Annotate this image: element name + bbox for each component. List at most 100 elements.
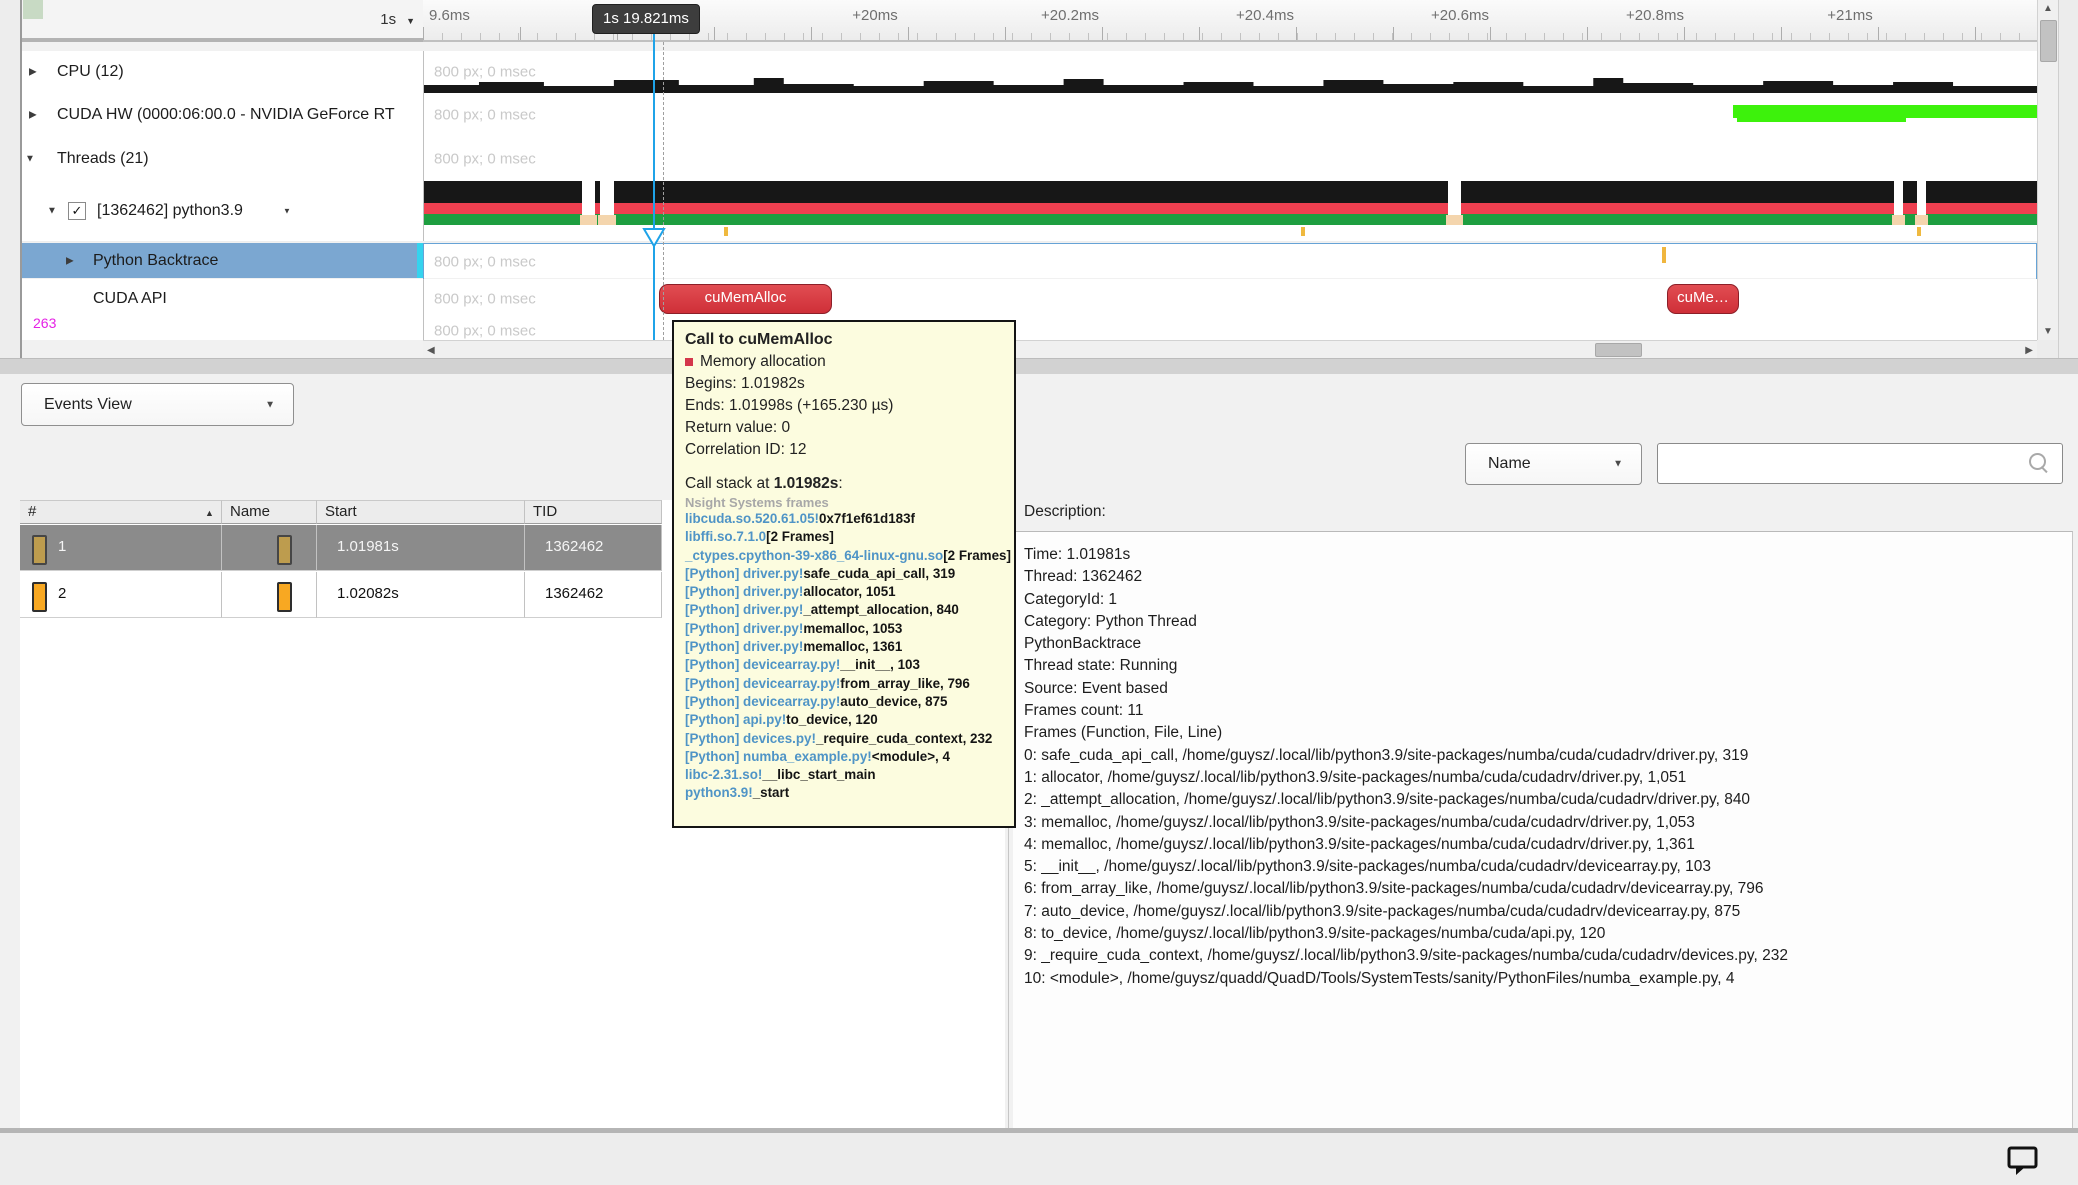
thread-wait-marker [580,215,597,225]
row-label-cpu: CPU (12) [57,63,124,80]
tree-expand-icon[interactable]: ▶ [66,255,74,266]
cuda-api-event-cumemalloc[interactable]: cuMemAlloc [659,284,832,314]
tree-expand-icon[interactable]: ▶ [29,67,37,78]
track-placeholder: 800 px; 0 msec [434,150,536,168]
event-type-icon [277,535,292,565]
track-placeholder: 800 px; 0 msec [434,253,536,270]
chevron-down-icon[interactable]: ▼ [283,207,291,216]
cursor-marker-icon[interactable] [642,227,666,249]
search-box[interactable] [1657,443,2063,484]
thread-wait-marker [1892,215,1905,225]
row-label-threads: Threads (21) [57,150,149,167]
status-bar [0,1133,2078,1185]
cell-num: 2 [58,585,67,602]
chevron-down-icon: ▼ [406,16,415,26]
thread-checkbox[interactable]: ✓ [68,202,86,220]
column-header-start[interactable]: Start [317,500,525,524]
stack-frame: libc-2.31.so!__libc_start_main [685,767,876,783]
ruler-tick-label: +20.6ms [1431,7,1489,24]
category-color-icon [685,358,693,366]
event-marker-icon[interactable] [1917,227,1921,236]
timeline-cursor-line[interactable] [653,28,655,340]
timeline-row-python-backtrace[interactable]: ▶ Python Backtrace 800 px; 0 msec [20,243,2037,280]
thread-state-bar-black[interactable] [424,181,2037,203]
row-label-cuda-hw: CUDA HW (0000:06:00.0 - NVIDIA GeForce R… [57,106,395,123]
event-type-icon [277,582,292,612]
thread-state-bar-red[interactable] [424,203,2037,214]
scroll-up-icon[interactable]: ▲ [2043,3,2053,14]
column-header-num[interactable]: # ▲ [20,500,222,524]
feedback-chat-icon[interactable] [2006,1145,2040,1177]
timeline-cursor-timestamp[interactable]: 1s 19.821ms [592,4,700,34]
stack-frame: [Python] driver.py!allocator, 1051 [685,584,896,600]
column-header-tid[interactable]: TID [525,500,662,524]
scroll-left-icon[interactable]: ◀ [427,345,435,356]
left-gutter [0,0,22,358]
timeline-scale-value: 1s [380,11,397,28]
stack-frame: [Python] devices.py!_require_cuda_contex… [685,730,993,746]
tooltip-callstack-heading: Call stack at 1.01982s: [685,475,843,492]
tree-expand-icon[interactable]: ▶ [29,110,37,121]
timeline-row-partial: 800 px; 0 msec [20,318,2037,340]
cuda-api-event-cumemalloc-2[interactable]: cuMe… [1667,284,1739,314]
row-count-badge: 263 [33,315,57,331]
row-label-python-thread: [1362462] python3.9 [97,202,243,219]
event-tooltip: Call to cuMemAlloc Memory allocation Beg… [672,320,1016,828]
stack-frame: [Python] driver.py!memalloc, 1361 [685,639,903,655]
cell-start: 1.02082s [337,585,399,602]
scroll-down-icon[interactable]: ▼ [2043,326,2053,337]
corner-marker [23,0,43,19]
track-placeholder: 800 px; 0 msec [434,290,536,307]
tree-collapse-icon[interactable]: ▼ [25,154,35,165]
timeline-hover-guide [663,42,664,340]
chevron-down-icon: ▼ [265,399,275,410]
stack-frame: [Python] devicearray.py!auto_device, 875 [685,693,948,709]
tooltip-return: Return value: 0 [685,419,791,436]
tooltip-begins: Begins: 1.01982s [685,375,805,392]
timeline-row-cuda-hw[interactable]: ▶ CUDA HW (0000:06:00.0 - NVIDIA GeForce… [20,93,2037,138]
cuda-kernel-bar-thin[interactable] [1737,118,1906,122]
timeline-row-threads[interactable]: ▼ Threads (21) 800 px; 0 msec [20,137,2037,182]
vertical-scrollbar-thumb[interactable] [2040,20,2057,62]
cell-tid: 1362462 [545,538,604,555]
stack-frame: libffi.so.7.1.0[2 Frames] [685,529,834,545]
tree-collapse-icon[interactable]: ▼ [47,206,57,217]
filter-field-dropdown[interactable]: Name ▼ [1465,443,1642,485]
cuda-kernel-bar[interactable] [1733,105,2037,118]
track-placeholder: 800 px; 0 msec [434,106,536,124]
stack-frame: [Python] driver.py!safe_cuda_api_call, 3… [685,565,956,581]
search-icon [2029,453,2046,470]
stack-frame: [Python] driver.py!_attempt_allocation, … [685,602,959,618]
timeline-scale-selector[interactable]: 1s ▼ [380,8,415,32]
scroll-right-icon[interactable]: ▶ [2025,345,2033,356]
event-marker-icon[interactable] [1662,247,1666,263]
thread-state-bar-green[interactable] [424,214,2037,225]
thread-wait-marker [1915,215,1928,225]
row-label-cuda-api: CUDA API [93,289,167,307]
timeline-horizontal-scrollbar[interactable]: ◀ ▶ [423,340,2037,359]
event-marker-icon[interactable] [1301,227,1305,236]
timeline-row-cpu[interactable]: ▶ CPU (12) 800 px; 0 msec [20,51,2037,94]
stack-frame: [Python] devicearray.py!__init__, 103 [685,657,920,673]
ruler-left-header: 1s ▼ [0,0,423,42]
timeline-row-cuda-api[interactable]: CUDA API 800 px; 0 msec cuMemAlloc cuMe… [20,279,2037,319]
tooltip-title: Call to cuMemAlloc [685,331,833,348]
filter-field-label: Name [1488,455,1531,472]
horizontal-scrollbar-thumb[interactable] [1595,343,1642,357]
search-input[interactable] [1664,447,2028,480]
stack-frame: python3.9!_start [685,785,790,801]
description-text: Time: 1.01981s Thread: 1362462 CategoryI… [1024,546,1788,987]
event-marker-icon[interactable] [724,227,728,236]
column-header-name[interactable]: Name [222,500,317,524]
timeline-row-python-thread[interactable]: ▼ ✓ [1362462] python3.9 ▼ 800 px; 0 msec [20,181,2037,242]
row-label-python-backtrace: Python Backtrace [93,251,219,269]
ruler-tick-label: +20.4ms [1236,7,1294,24]
thread-wait-marker [1446,215,1463,225]
scrollbar-corner [2037,340,2058,358]
stack-frame: [Python] driver.py!memalloc, 1053 [685,620,903,636]
tooltip-category: Memory allocation [700,353,826,370]
cpu-utilization-chart [424,78,2037,93]
events-view-dropdown[interactable]: Events View ▼ [21,383,294,426]
ruler-tick-label: +20.8ms [1626,7,1684,24]
description-pane: Time: 1.01981s Thread: 1362462 CategoryI… [1013,531,2073,1129]
